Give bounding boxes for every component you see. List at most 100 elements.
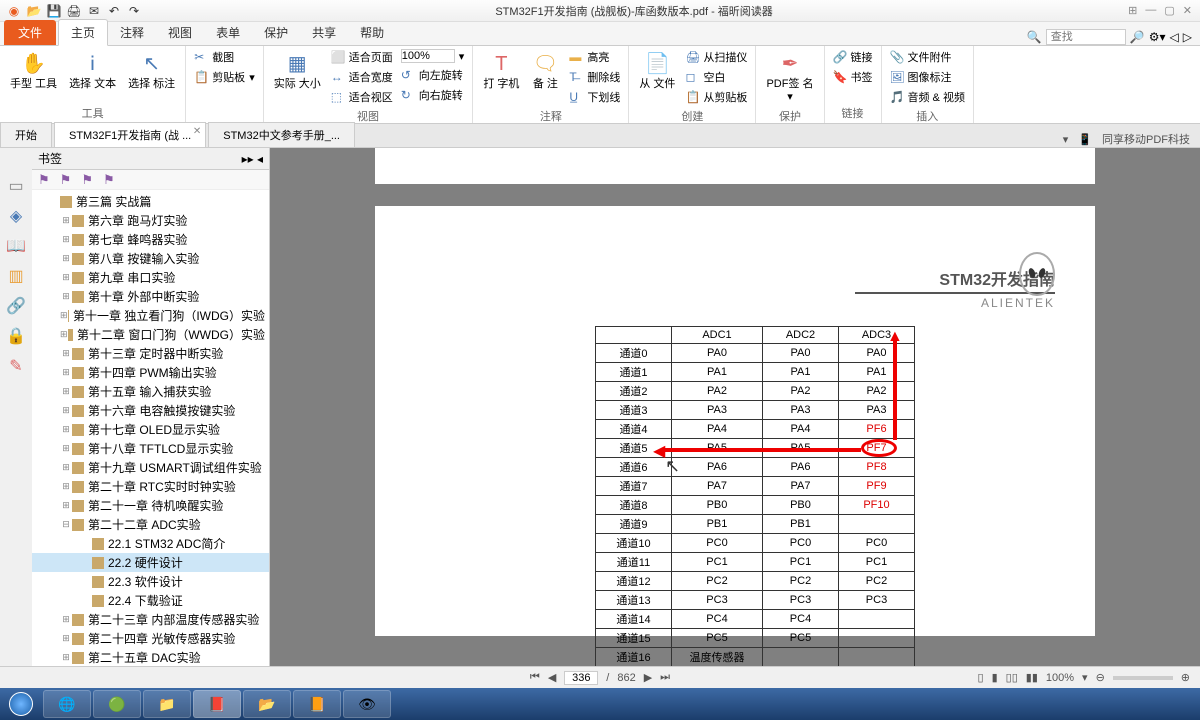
view-facing-icon[interactable]: ▯▯ (1006, 671, 1018, 684)
taskbar-app-2[interactable]: 🟢 (93, 690, 141, 718)
document-viewport[interactable]: STM32开发指南 ALIENTEK ADC1ADC2ADC3通道0PA0PA0… (270, 148, 1200, 698)
bookmark-item[interactable]: 第三篇 实战篇 (32, 192, 269, 211)
ribbon-tab-comment[interactable]: 注释 (108, 20, 156, 45)
search-input[interactable] (1046, 29, 1126, 45)
ribbon-tab-view[interactable]: 视图 (156, 20, 204, 45)
select-text-button[interactable]: Ꭵ选择 文本 (65, 48, 120, 93)
chevron-down-icon[interactable]: ▾ (1063, 133, 1069, 146)
pages-icon[interactable]: ▭ (8, 176, 23, 196)
actual-size-button[interactable]: ▦实际 大小 (270, 48, 325, 93)
bookmark-item[interactable]: ⊞第九章 串口实验 (32, 268, 269, 287)
image-annot-button[interactable]: 🖼图像标注 (888, 68, 967, 86)
ribbon-tab-home[interactable]: 主页 (58, 19, 108, 46)
prev-page-icon[interactable]: ◀ (548, 671, 556, 684)
bookmark-item[interactable]: ⊞第十七章 OLED显示实验 (32, 420, 269, 439)
bookmark-item[interactable]: 22.1 STM32 ADC简介 (32, 534, 269, 553)
from-clip-button[interactable]: 📋从剪贴板 (683, 88, 749, 106)
minimize-icon[interactable]: — (1145, 4, 1156, 17)
security-icon[interactable]: 🔒 (6, 326, 26, 346)
bookmark-item[interactable]: ⊞第十四章 PWM输出实验 (32, 363, 269, 382)
taskbar-app-4[interactable]: 📕 (193, 690, 241, 718)
fit-page-button[interactable]: ⬜适合页面 (329, 48, 395, 66)
ribbon-tab-protect[interactable]: 保护 (252, 20, 300, 45)
close-tab-icon[interactable]: ✕ (193, 126, 201, 137)
bookmark-item[interactable]: ⊞第二十章 RTC实时时钟实验 (32, 477, 269, 496)
ribbon-tab-form[interactable]: 表单 (204, 20, 252, 45)
typewriter-button[interactable]: T打 字机 (479, 48, 523, 93)
audio-video-button[interactable]: 🎵音频 & 视频 (888, 88, 967, 106)
attachments-icon[interactable]: 🔗 (6, 296, 26, 316)
bookmark-item[interactable]: ⊞第八章 按键输入实验 (32, 249, 269, 268)
zoom-slider[interactable] (1113, 676, 1173, 680)
taskbar-app-1[interactable]: 🌐 (43, 690, 91, 718)
nav-next-icon[interactable]: ▷ (1183, 30, 1192, 44)
signature-icon[interactable]: ✎ (9, 356, 22, 376)
bookmark-item[interactable]: ⊞第十三章 定时器中断实验 (32, 344, 269, 363)
blank-button[interactable]: ◻空白 (683, 68, 749, 86)
page-input[interactable] (564, 671, 598, 685)
taskbar-app-7[interactable]: 👁 (343, 690, 391, 718)
underline-button[interactable]: U̲下划线 (567, 88, 622, 106)
bookmark-item[interactable]: ⊞第二十三章 内部温度传感器实验 (32, 610, 269, 629)
bookmark-item[interactable]: ⊟第二十二章 ADC实验 (32, 515, 269, 534)
bookmark-tree[interactable]: 第三篇 实战篇⊞第六章 跑马灯实验⊞第七章 蜂鸣器实验⊞第八章 按键输入实验⊞第… (32, 190, 269, 698)
doc-tab-start[interactable]: 开始 (0, 122, 52, 147)
bookmark-item[interactable]: ⊞第十二章 窗口门狗（WWDG）实验 (32, 325, 269, 344)
attach-file-button[interactable]: 📎文件附件 (888, 48, 967, 66)
bm-collapse-icon[interactable]: ⚑ (81, 172, 93, 187)
bookmark-item[interactable]: ⊞第二十四章 光敏传感器实验 (32, 629, 269, 648)
comments-icon[interactable]: 📖 (6, 236, 26, 256)
view-cont-icon[interactable]: ▮ (992, 671, 998, 684)
bookmark-item[interactable]: 22.2 硬件设计 (32, 553, 269, 572)
bookmark-item[interactable]: ⊞第二十一章 待机唤醒实验 (32, 496, 269, 515)
view-contfacing-icon[interactable]: ▮▮ (1026, 671, 1038, 684)
snapshot-button[interactable]: ✂截图 (192, 48, 257, 66)
mail-icon[interactable]: ✉ (86, 3, 102, 19)
bookmark-item[interactable]: ⊞第十五章 输入捕获实验 (32, 382, 269, 401)
grid-icon[interactable]: ⊞ (1128, 4, 1137, 17)
strike-button[interactable]: T̶删除线 (567, 68, 622, 86)
bm-add-icon[interactable]: ⚑ (38, 172, 50, 187)
bookmark-item[interactable]: ⊞第十八章 TFTLCD显示实验 (32, 439, 269, 458)
zoom-out-icon[interactable]: ⊖ (1096, 671, 1105, 684)
close-icon[interactable]: ✕ (1183, 4, 1192, 17)
search-icon[interactable]: 🔍 (1027, 30, 1042, 44)
nav-prev-icon[interactable]: ◁ (1170, 30, 1179, 44)
taskbar-app-5[interactable]: 📂 (243, 690, 291, 718)
ribbon-tab-share[interactable]: 共享 (300, 20, 348, 45)
open-icon[interactable]: 📂 (26, 3, 42, 19)
doc-tab-ref[interactable]: STM32中文参考手册_... (208, 122, 355, 147)
rotate-left-button[interactable]: ↺向左旋转 (399, 66, 467, 84)
pdf-sign-button[interactable]: ✒PDF签 名▾ (762, 48, 817, 106)
redo-icon[interactable]: ↷ (126, 3, 142, 19)
undo-icon[interactable]: ↶ (106, 3, 122, 19)
fit-visible-button[interactable]: ⬚适合视区 (329, 88, 395, 106)
from-scanner-button[interactable]: 🖨从扫描仪 (683, 48, 749, 66)
note-button[interactable]: 🗨备 注 (527, 48, 563, 93)
link-button[interactable]: 🔗链接 (831, 48, 875, 66)
rotate-right-button[interactable]: ↻向右旋转 (399, 86, 467, 104)
bookmark-item[interactable]: ⊞第二十五章 DAC实验 (32, 648, 269, 667)
save-icon[interactable]: 💾 (46, 3, 62, 19)
ribbon-tab-help[interactable]: 帮助 (348, 20, 396, 45)
bookmark-item[interactable]: 22.3 软件设计 (32, 572, 269, 591)
ribbon-tab-file[interactable]: 文件 (4, 20, 56, 45)
bookmark-button[interactable]: 🔖书签 (831, 68, 875, 86)
doc-tab-current[interactable]: STM32F1开发指南 (战 ...✕ (54, 122, 206, 147)
thumbnails-icon[interactable]: ▥ (8, 266, 23, 286)
highlight-button[interactable]: ▬高亮 (567, 48, 622, 66)
next-page-icon[interactable]: ▶ (644, 671, 652, 684)
select-annotation-button[interactable]: ↖选择 标注 (124, 48, 179, 93)
maximize-icon[interactable]: ▢ (1164, 4, 1174, 17)
zoom-in-icon[interactable]: ⊕ (1181, 671, 1190, 684)
bookmark-item[interactable]: 22.4 下载验证 (32, 591, 269, 610)
collapse-icon[interactable]: ▸▸ ◂ (242, 152, 263, 166)
clipboard-button[interactable]: 📋剪贴板▾ (192, 68, 257, 86)
print-icon[interactable]: 🖨 (66, 3, 82, 19)
zoom-select[interactable]: ▾ (399, 48, 467, 64)
zoom-input[interactable] (401, 49, 455, 63)
bookmark-item[interactable]: ⊞第十六章 电容触摸按键实验 (32, 401, 269, 420)
fit-width-button[interactable]: ↔适合宽度 (329, 68, 395, 86)
layers-icon[interactable]: ◈ (10, 206, 22, 226)
hand-tool-button[interactable]: ✋手型 工具 (6, 48, 61, 93)
